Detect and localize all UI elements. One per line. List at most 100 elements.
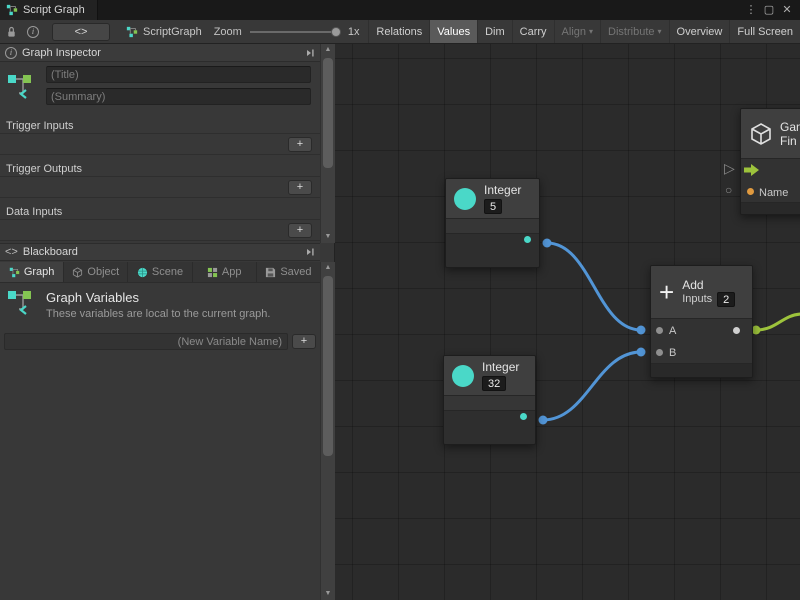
add-trigger-input-button[interactable]: + bbox=[288, 137, 312, 152]
scene-icon bbox=[137, 267, 148, 278]
close-icon[interactable]: ✕ bbox=[778, 0, 796, 20]
title-input[interactable] bbox=[46, 66, 311, 83]
node-game-object-find[interactable]: Gam Fin Name bbox=[740, 108, 800, 215]
align-button[interactable]: Align▾ bbox=[554, 20, 600, 43]
wire-endpoint[interactable] bbox=[539, 416, 548, 425]
tab-app-label: App bbox=[222, 266, 242, 278]
control-port-icon[interactable]: ▷ bbox=[724, 160, 735, 177]
graph-icon bbox=[9, 267, 20, 278]
trigger-inputs-label: Trigger Inputs bbox=[0, 118, 320, 134]
code-icon: <> bbox=[5, 246, 18, 258]
info-icon: i bbox=[27, 26, 39, 38]
integer-value-field[interactable]: 32 bbox=[482, 376, 506, 391]
graph-title-button[interactable]: ScriptGraph bbox=[118, 20, 210, 43]
output-port[interactable] bbox=[524, 236, 531, 243]
trigger-outputs-list: + bbox=[0, 177, 320, 198]
tab-object[interactable]: Object bbox=[64, 262, 128, 282]
distribute-button[interactable]: Distribute▾ bbox=[600, 20, 668, 43]
lock-icon bbox=[6, 26, 17, 38]
overview-label: Overview bbox=[677, 26, 723, 38]
tab-scene[interactable]: Scene bbox=[128, 262, 192, 282]
wire-integer32-to-add-b[interactable] bbox=[543, 352, 641, 420]
node-body bbox=[651, 364, 752, 377]
value-port-icon[interactable]: ○ bbox=[725, 183, 732, 197]
overview-button[interactable]: Overview bbox=[669, 20, 730, 43]
code-icon: <> bbox=[75, 26, 88, 38]
node-ports bbox=[446, 234, 539, 263]
integer-value-field[interactable]: 5 bbox=[484, 199, 502, 214]
inspector-scrollbar[interactable]: ▲ ▼ bbox=[320, 44, 335, 243]
output-port[interactable] bbox=[520, 413, 527, 420]
wire-add-output[interactable] bbox=[756, 314, 800, 330]
window-controls: ⋮ ▢ ✕ bbox=[742, 0, 800, 20]
new-variable-input[interactable] bbox=[4, 333, 288, 350]
node-integer-5[interactable]: Integer 5 bbox=[445, 178, 540, 268]
graph-canvas[interactable]: Integer 5 Integer 32 + Add bbox=[335, 44, 800, 600]
dim-label: Dim bbox=[485, 26, 505, 38]
cube-icon bbox=[749, 122, 773, 146]
tab-app[interactable]: App bbox=[193, 262, 257, 282]
string-input-port[interactable] bbox=[747, 188, 754, 195]
wire-integer5-to-add-a[interactable] bbox=[547, 243, 641, 330]
carry-button[interactable]: Carry bbox=[512, 20, 554, 43]
graph-inspector-header: i Graph Inspector bbox=[0, 44, 320, 62]
window-menu-icon[interactable]: ⋮ bbox=[742, 0, 760, 20]
input-port-b[interactable] bbox=[656, 349, 663, 356]
data-inputs-list: + bbox=[0, 220, 320, 241]
full-screen-label: Full Screen bbox=[737, 26, 793, 38]
scroll-up-icon[interactable]: ▲ bbox=[321, 44, 335, 56]
tab-saved[interactable]: Saved bbox=[257, 262, 320, 282]
graph-inspector-title: Graph Inspector bbox=[22, 47, 101, 59]
node-header[interactable]: Integer 5 bbox=[446, 179, 539, 219]
save-icon bbox=[265, 267, 276, 278]
scroll-up-icon[interactable]: ▲ bbox=[321, 262, 335, 274]
graph-variables-icon bbox=[6, 72, 36, 102]
tab-graph[interactable]: Graph bbox=[0, 262, 64, 282]
lock-button[interactable] bbox=[0, 20, 22, 44]
zoom-slider-track bbox=[250, 31, 340, 33]
code-view-button[interactable]: <> bbox=[52, 23, 110, 41]
dim-button[interactable]: Dim bbox=[477, 20, 512, 43]
inspect-button[interactable]: i bbox=[22, 20, 44, 44]
blackboard-scrollbar[interactable]: ▲ ▼ bbox=[320, 262, 335, 600]
inputs-count-field[interactable]: 2 bbox=[717, 292, 735, 307]
node-header[interactable]: + Add Inputs 2 bbox=[651, 266, 752, 319]
scroll-down-icon[interactable]: ▼ bbox=[321, 231, 335, 243]
node-subtitle: Inputs bbox=[682, 293, 712, 305]
zoom-slider[interactable] bbox=[250, 27, 340, 37]
port-a-label: A bbox=[669, 325, 676, 337]
full-screen-button[interactable]: Full Screen bbox=[729, 20, 800, 43]
node-title: Integer bbox=[484, 183, 521, 197]
add-data-input-button[interactable]: + bbox=[288, 223, 312, 238]
blackboard-scrollbar-thumb[interactable] bbox=[323, 276, 333, 456]
add-trigger-output-button[interactable]: + bbox=[288, 180, 312, 195]
node-header[interactable]: Gam Fin bbox=[741, 109, 800, 159]
add-variable-button[interactable]: + bbox=[292, 334, 316, 349]
relations-button[interactable]: Relations bbox=[368, 20, 429, 43]
values-button[interactable]: Values bbox=[429, 20, 477, 43]
window-tab[interactable]: Script Graph bbox=[0, 0, 98, 20]
wire-endpoint[interactable] bbox=[637, 348, 646, 357]
port-name-label: Name bbox=[759, 187, 788, 199]
node-add[interactable]: + Add Inputs 2 A B bbox=[650, 265, 753, 378]
summary-input[interactable] bbox=[46, 88, 311, 105]
zoom-slider-thumb[interactable] bbox=[331, 27, 341, 37]
wire-endpoint[interactable] bbox=[637, 326, 646, 335]
maximize-panel-icon[interactable] bbox=[305, 48, 315, 58]
node-body bbox=[741, 203, 800, 215]
node-integer-32[interactable]: Integer 32 bbox=[443, 355, 536, 445]
wire-endpoint[interactable] bbox=[543, 239, 552, 248]
scroll-down-icon[interactable]: ▼ bbox=[321, 588, 335, 600]
output-port[interactable] bbox=[733, 327, 740, 334]
node-header[interactable]: Integer 32 bbox=[444, 356, 535, 396]
node-ports bbox=[444, 411, 535, 440]
node-ports: A B bbox=[651, 319, 752, 364]
input-port-a[interactable] bbox=[656, 327, 663, 334]
maximize-panel-icon[interactable] bbox=[305, 247, 315, 257]
maximize-icon[interactable]: ▢ bbox=[760, 0, 778, 20]
graph-variables-title: Graph Variables bbox=[46, 290, 139, 305]
port-b-label: B bbox=[669, 347, 676, 359]
control-flow-arrow-icon[interactable] bbox=[744, 164, 759, 176]
inspector-scrollbar-thumb[interactable] bbox=[323, 58, 333, 168]
node-body bbox=[446, 219, 539, 234]
